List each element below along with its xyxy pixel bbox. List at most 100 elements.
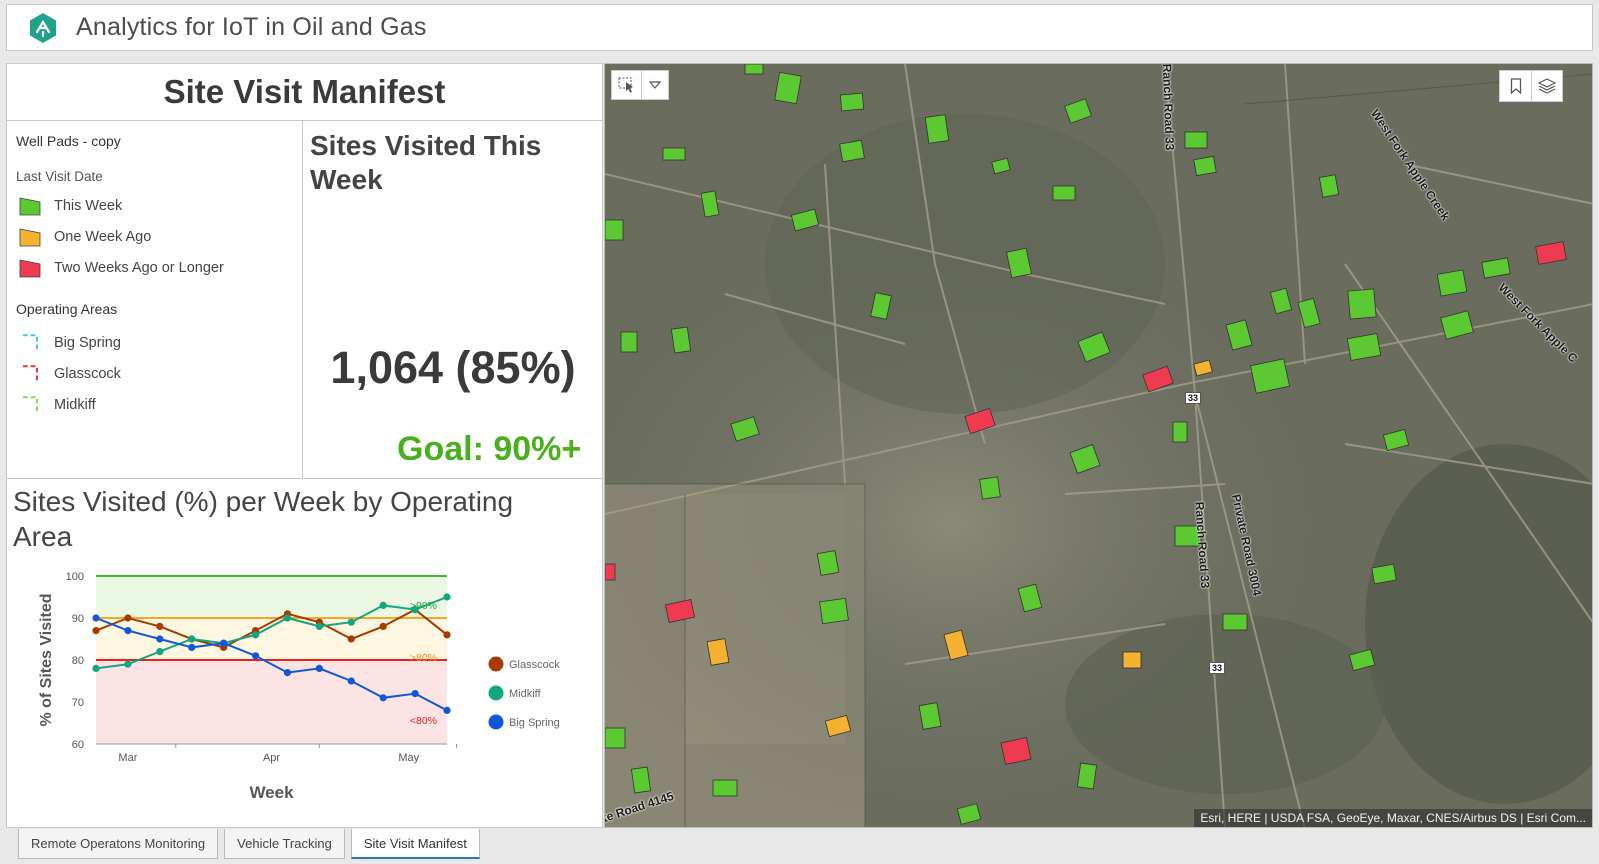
data-point — [347, 618, 355, 626]
legend-item-label: This Week — [54, 197, 123, 214]
legend-marker — [488, 685, 504, 701]
data-point — [283, 669, 292, 677]
data-point — [124, 660, 132, 668]
select-tool-button[interactable] — [611, 70, 641, 100]
chart-title: Sites Visited (%) per Week by Operating … — [13, 486, 514, 552]
swatch-shape — [23, 333, 38, 351]
legend-label: Glasscock — [509, 659, 560, 671]
legend-area-big-spring: Big Spring — [16, 327, 302, 358]
band-below-80 — [96, 660, 447, 744]
indicator-title: Sites Visited This Week — [310, 130, 542, 195]
bookmarks-button[interactable] — [1499, 70, 1531, 102]
orange-pad-swatch-icon — [19, 228, 41, 246]
legend-item-label: Midkiff — [54, 396, 96, 413]
panel-title: Site Visit Manifest — [7, 64, 602, 121]
data-point — [379, 694, 387, 702]
app-header: Analytics for IoT in Oil and Gas — [6, 4, 1593, 51]
data-point — [347, 635, 355, 643]
data-point — [251, 652, 260, 660]
sites-visited-indicator: Sites Visited This Week 1,064 (85%) — [304, 121, 602, 479]
swatch-shape — [19, 228, 41, 246]
layers-button[interactable] — [1531, 70, 1563, 102]
legend-area-glasscock: Glasscock — [16, 358, 302, 389]
data-point — [156, 622, 164, 630]
dashed-boundary-blue-icon — [23, 333, 38, 351]
y-tick-label: 100 — [66, 571, 84, 583]
data-point — [156, 648, 164, 656]
red-pad-swatch-icon — [19, 259, 41, 277]
route-shield: 33 — [1185, 392, 1201, 404]
band-above-90 — [96, 576, 447, 618]
chevron-down-icon — [649, 81, 661, 89]
data-point — [188, 635, 196, 643]
data-point — [156, 635, 164, 643]
x-tick-label: Apr — [263, 752, 280, 764]
chart-svg: 60708090100>90%>80%<80%Mar Apr May% of Sit… — [38, 571, 560, 802]
route-shield: 33 — [1209, 662, 1225, 674]
select-dropdown-button[interactable] — [641, 70, 669, 100]
select-cursor-icon — [618, 77, 633, 93]
legend-marker — [488, 656, 504, 672]
map-attribution[interactable]: Esri, HERE | USDA FSA, GeoEye, Maxar, CN… — [1194, 809, 1592, 827]
line-chart[interactable]: 60 70 80 90 100 >90% >80% <80% Mar Apr May% of Sit… — [7, 561, 602, 819]
satellite-basemap — [605, 64, 1592, 827]
threshold-label: <80% — [410, 715, 437, 727]
y-axis-title: % of Sites Visited — [38, 593, 55, 726]
layers-icon — [1538, 78, 1556, 94]
y-tick-label: 70 — [72, 697, 84, 709]
threshold-label: >80% — [410, 652, 437, 664]
swatch-shape — [19, 197, 41, 215]
data-point — [92, 614, 100, 622]
legend-label: Big Spring — [509, 717, 560, 729]
legend-item-label: Big Spring — [54, 334, 121, 351]
map-legend: Well Pads - copy Last Visit Date This We… — [7, 121, 303, 479]
y-tick-label: 60 — [72, 739, 84, 751]
data-point — [411, 606, 419, 614]
x-axis-title: Week — [249, 783, 294, 802]
dashboard-tabs: Remote Operatons Monitoring Vehicle Trac… — [18, 829, 486, 859]
data-point — [188, 643, 196, 651]
legend-item-this-week: This Week — [16, 190, 302, 221]
data-point — [315, 664, 323, 672]
tab-remote-operations[interactable]: Remote Operatons Monitoring — [18, 829, 219, 859]
x-tick-label: May — [398, 752, 419, 764]
app-title: Analytics for IoT in Oil and Gas — [76, 13, 427, 41]
data-point — [315, 622, 323, 630]
x-tick-label: Mar — [118, 752, 137, 764]
app-logo-icon — [30, 12, 56, 43]
data-point — [92, 664, 100, 672]
swatch-shape — [23, 395, 38, 413]
data-point — [347, 677, 355, 685]
map-view[interactable]: Ranch Road 33 Ranch Road 33 Private Road… — [604, 63, 1593, 828]
data-point — [283, 614, 292, 622]
bookmark-icon — [1510, 78, 1521, 94]
dashed-boundary-green-icon — [23, 395, 38, 413]
data-point — [220, 639, 228, 647]
legend-area-midkiff: Midkiff — [16, 389, 302, 420]
data-point — [379, 622, 387, 630]
legend-item-label: Two Weeks Ago or Longer — [54, 259, 224, 276]
data-point — [411, 690, 419, 698]
green-pad-swatch-icon — [19, 197, 41, 215]
swatch-shape — [19, 259, 41, 277]
tab-site-visit-manifest[interactable]: Site Visit Manifest — [350, 829, 480, 859]
data-point — [124, 627, 132, 635]
data-point — [443, 593, 451, 601]
data-point — [124, 614, 132, 622]
legend-areas-title: Operating Areas — [16, 301, 118, 317]
indicator-goal: Goal: 90%+ — [397, 430, 582, 468]
tab-vehicle-tracking[interactable]: Vehicle Tracking — [224, 829, 345, 859]
indicator-value: 1,064 (85%) — [330, 342, 576, 393]
legend-item-label: One Week Ago — [54, 228, 152, 245]
legend-item-label: Glasscock — [54, 365, 121, 382]
data-point — [251, 631, 260, 639]
data-point — [379, 601, 387, 609]
data-point — [443, 631, 451, 639]
dashed-boundary-red-icon — [23, 364, 38, 382]
legend-marker — [488, 714, 504, 730]
data-point — [92, 627, 100, 635]
y-tick-label: 90 — [72, 613, 84, 625]
road-label: Ranch Road 33 — [1159, 63, 1177, 151]
legend-visit-title: Last Visit Date — [16, 169, 103, 184]
swatch-shape — [23, 364, 38, 382]
